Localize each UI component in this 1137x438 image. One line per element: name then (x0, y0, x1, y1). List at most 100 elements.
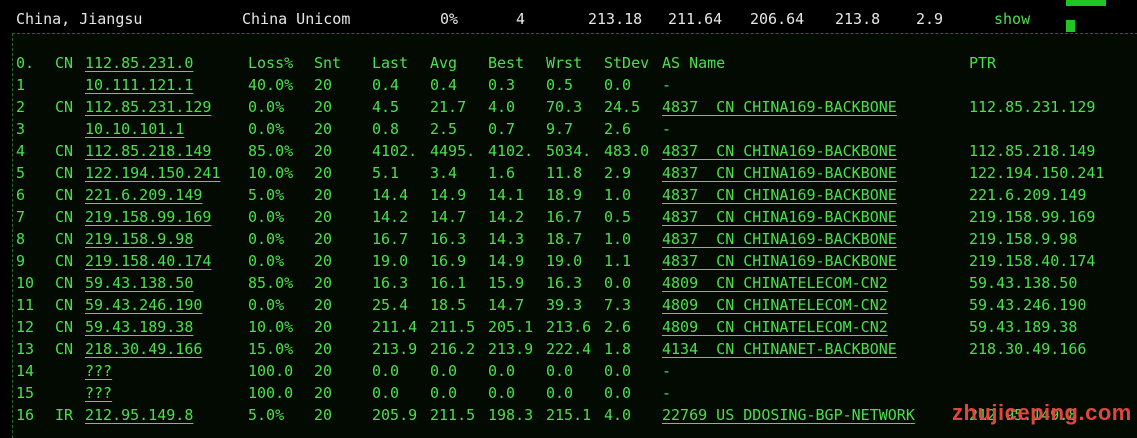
cell-best: 4.0 (488, 98, 516, 116)
summary-row: China, Jiangsu China Unicom 0% 4 213.18 … (0, 0, 1137, 30)
cell-avg: 4495. (430, 142, 476, 160)
cell-last: 19.0 (372, 252, 409, 270)
cell-snt: 20 (314, 296, 333, 314)
cell-wrst: 9.7 (546, 120, 574, 138)
cell-hop: 13 (16, 340, 35, 358)
cell-host[interactable]: 219.158.40.174 (85, 250, 211, 272)
cell-wrst: 222.4 (546, 340, 592, 358)
cell-snt: 20 (314, 362, 333, 380)
cell-host[interactable]: 59.43.189.38 (85, 316, 193, 338)
table-row: 13 CN 218.30.49.166 15.0% 20 213.9 216.2 213.9 2… (0, 338, 1137, 360)
cell-snt: 20 (314, 186, 333, 204)
cell-loss: 85.0% (248, 274, 294, 292)
cell-as: - (662, 76, 672, 94)
cell-host[interactable]: 221.6.209.149 (85, 184, 202, 206)
cell-host[interactable]: 219.158.99.169 (85, 206, 211, 228)
cell-loss: 5.0% (248, 186, 285, 204)
cell-as[interactable]: 4837 CN CHINA169-BACKBONE (662, 250, 897, 272)
summary-count: 4 (516, 10, 526, 28)
cell-host[interactable]: 212.95.149.8 (85, 404, 193, 426)
cell-as[interactable]: 4134 CN CHINANET-BACKBONE (662, 338, 897, 360)
header-wrst: Wrst (546, 54, 583, 72)
cell-ptr: 219.158.40.174 (969, 252, 1096, 270)
cell-host[interactable]: 59.43.246.190 (85, 294, 202, 316)
header-stdev: StDev (604, 54, 650, 72)
cell-snt: 20 (314, 98, 333, 116)
cell-stdev: 483.0 (604, 142, 650, 160)
cell-as[interactable]: 4837 CN CHINA169-BACKBONE (662, 206, 897, 228)
bar-indicator (1066, 0, 1106, 6)
cell-wrst: 0.5 (546, 76, 574, 94)
cell-as[interactable]: 4837 CN CHINA169-BACKBONE (662, 140, 897, 162)
cell-avg: 14.9 (430, 186, 467, 204)
cell-best: 0.0 (488, 384, 516, 402)
cell-avg: 211.5 (430, 406, 476, 424)
cell-avg: 0.0 (430, 362, 458, 380)
cell-as[interactable]: 4809 CN CHINATELECOM-CN2 (662, 316, 888, 338)
table-row: 7 CN 219.158.99.169 0.0% 20 14.2 14.7 14.2 16.7 0… (0, 206, 1137, 228)
cell-host[interactable]: 10.111.121.1 (85, 74, 193, 96)
cell-as[interactable]: 4837 CN CHINA169-BACKBONE (662, 184, 897, 206)
table-row: 2 CN 112.85.231.129 0.0% 20 4.5 21.7 4.0 70.3 24.… (0, 96, 1137, 118)
cell-wrst: 70.3 (546, 98, 583, 116)
cell-wrst: 5034. (546, 142, 592, 160)
cell-wrst: 16.7 (546, 208, 583, 226)
cell-ptr: 219.158.99.169 (969, 208, 1096, 226)
cell-as[interactable]: 4809 CN CHINATELECOM-CN2 (662, 294, 888, 316)
cell-loss: 85.0% (248, 142, 294, 160)
cell-avg: 21.7 (430, 98, 467, 116)
cell-stdev: 2.6 (604, 120, 632, 138)
cell-host[interactable]: 10.10.101.1 (85, 118, 184, 140)
cell-host[interactable]: 218.30.49.166 (85, 338, 202, 360)
cell-ptr: 59.43.138.50 (969, 274, 1078, 292)
cell-stdev: 0.5 (604, 208, 632, 226)
cell-as[interactable]: 4837 CN CHINA169-BACKBONE (662, 162, 897, 184)
cell-hop: 7 (16, 208, 26, 226)
show-link[interactable]: show (994, 10, 1030, 28)
cell-country: CN (55, 318, 74, 336)
cell-as[interactable]: 4809 CN CHINATELECOM-CN2 (662, 272, 888, 294)
cell-hop: 15 (16, 384, 35, 402)
cell-loss: 0.0% (248, 98, 285, 116)
cell-best: 205.1 (488, 318, 534, 336)
header-country: CN (55, 54, 74, 72)
cell-hop: 14 (16, 362, 35, 380)
cell-best: 15.9 (488, 274, 525, 292)
cell-avg: 2.5 (430, 120, 458, 138)
cell-host[interactable]: ??? (85, 382, 112, 404)
cell-host[interactable]: 219.158.9.98 (85, 228, 193, 250)
cell-country: CN (55, 164, 74, 182)
cell-best: 0.7 (488, 120, 516, 138)
cell-as[interactable]: 22769 US DDOSING-BGP-NETWORK (662, 404, 915, 426)
summary-worst: 213.8 (835, 10, 881, 28)
header-ptr: PTR (969, 54, 997, 72)
cell-host[interactable]: 122.194.150.241 (85, 162, 220, 184)
cell-loss: 100.0 (248, 384, 294, 402)
cell-as[interactable]: 4837 CN CHINA169-BACKBONE (662, 228, 897, 250)
cell-wrst: 18.7 (546, 230, 583, 248)
cell-loss: 5.0% (248, 406, 285, 424)
header-host[interactable]: 112.85.231.0 (85, 52, 193, 74)
cell-host[interactable]: 59.43.138.50 (85, 272, 193, 294)
cell-wrst: 16.3 (546, 274, 583, 292)
table-row: 12 CN 59.43.189.38 10.0% 20 211.4 211.5 205.1 21… (0, 316, 1137, 338)
cell-stdev: 2.6 (604, 318, 632, 336)
cell-avg: 216.2 (430, 340, 476, 358)
cell-wrst: 39.3 (546, 296, 583, 314)
cell-host[interactable]: 112.85.231.129 (85, 96, 211, 118)
table-row: 8 CN 219.158.9.98 0.0% 20 16.7 16.3 14.3 18.7 1.0… (0, 228, 1137, 250)
cell-as[interactable]: 4837 CN CHINA169-BACKBONE (662, 96, 897, 118)
cell-ptr: 59.43.246.190 (969, 296, 1087, 314)
cell-avg: 18.5 (430, 296, 467, 314)
header-loss: Loss% (248, 54, 294, 72)
cell-hop: 4 (16, 142, 26, 160)
cell-host[interactable]: 112.85.218.149 (85, 140, 211, 162)
cell-country: CN (55, 340, 74, 358)
header-avg: Avg (430, 54, 458, 72)
header-snt: Snt (314, 54, 342, 72)
cell-best: 0.3 (488, 76, 516, 94)
cell-as: - (662, 362, 672, 380)
cell-host[interactable]: ??? (85, 360, 112, 382)
cell-as: - (662, 120, 672, 138)
cell-ptr: 218.30.49.166 (969, 340, 1087, 358)
